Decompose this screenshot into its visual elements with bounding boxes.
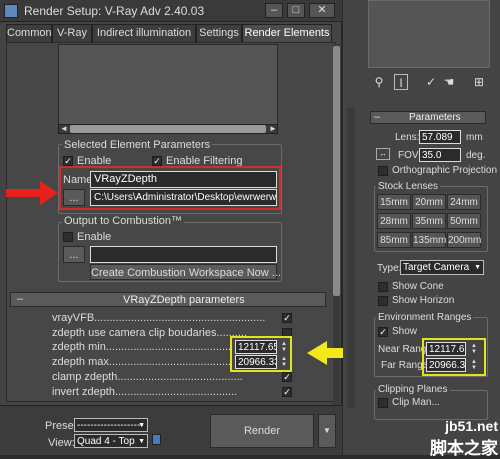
lens-24mm-button[interactable]: 24mm [447, 194, 481, 210]
parameters-title: Parameters [409, 112, 461, 123]
watermark: jb51.net 脚本之家 [384, 418, 498, 458]
render-options-dropdown[interactable]: ▼ [318, 414, 336, 448]
clipping-planes-title: Clipping Planes [376, 384, 450, 395]
watermark-site: jb51.net [445, 418, 498, 434]
enable-checkbox[interactable]: ✓ [63, 156, 73, 166]
env-show-checkbox[interactable]: ✓ [378, 327, 388, 337]
modifier-icon[interactable]: I [394, 74, 408, 90]
parameters-collapse-icon: – [374, 111, 381, 123]
zdepth-max-label: zdepth max..............................… [52, 356, 232, 368]
show-cone-label: Show Cone [392, 281, 444, 292]
hand-icon[interactable]: ☚ [442, 74, 456, 90]
lens-20mm-button[interactable]: 20mm [412, 194, 446, 210]
elements-list[interactable] [58, 44, 278, 134]
tab-indirect-illumination[interactable]: Indirect illumination [92, 24, 196, 42]
camera-type-select[interactable]: Target Camera ▼ [400, 260, 484, 275]
preset-value: -------------------- [77, 420, 144, 431]
clip-manually-label: Clip Man... [392, 397, 440, 408]
rollout-collapse-icon: – [17, 293, 24, 305]
show-horizon-label: Show Horizon [392, 295, 455, 306]
clamp-zdepth-checkbox[interactable]: ✓ [282, 372, 292, 382]
view-dropdown-icon: ▼ [138, 438, 145, 445]
tab-common[interactable]: Common [6, 24, 52, 42]
clip-manually-checkbox[interactable] [378, 398, 388, 408]
lens-200mm-button[interactable]: 200mm [447, 232, 481, 248]
watermark-brand: 脚本之家 [430, 439, 498, 458]
lens-50mm-button[interactable]: 50mm [447, 213, 481, 229]
clamp-zdepth-label: clamp zdepth............................… [52, 371, 243, 383]
highlight-box-yellow-left [230, 336, 292, 372]
minimize-button[interactable]: – [265, 3, 283, 18]
combustion-browse-button[interactable]: ... [63, 246, 85, 263]
scrollbar-thumb[interactable] [333, 46, 340, 296]
show-cone-checkbox[interactable] [378, 282, 388, 292]
lens-15mm-button[interactable]: 15mm [377, 194, 411, 210]
enable-filtering-checkbox[interactable]: ✓ [152, 156, 162, 166]
combustion-enable-checkbox[interactable] [63, 232, 73, 242]
tab-vray[interactable]: V-Ray [52, 24, 92, 42]
environment-ranges-title: Environment Ranges [376, 312, 474, 323]
preset-select[interactable]: -------------------- ▼ [74, 418, 148, 432]
lens-label: Lens: [395, 132, 420, 143]
env-show-label: Show [392, 326, 418, 337]
preset-dropdown-icon: ▼ [138, 422, 145, 429]
view-select[interactable]: Quad 4 - Top ▼ [74, 434, 148, 448]
command-panel-scrollbar[interactable] [347, 108, 355, 408]
maximize-button[interactable]: □ [287, 3, 305, 18]
fov-field[interactable]: 35.0 [419, 148, 461, 162]
fov-label: FOV: [398, 150, 421, 161]
invert-zdepth-label: invert zdepth...........................… [52, 386, 238, 398]
vrayvfb-checkbox[interactable]: ✓ [282, 313, 292, 323]
tab-settings[interactable]: Settings [196, 24, 242, 42]
list-scroll-thumb[interactable] [70, 125, 266, 133]
parameters-rollout-header[interactable]: – Parameters [370, 111, 486, 124]
view-value: Quad 4 - Top [77, 436, 135, 447]
scroll-right-icon[interactable]: ► [269, 124, 277, 133]
lens-field[interactable]: 57.089 [419, 130, 461, 144]
group-title: Selected Element Parameters [62, 139, 213, 151]
view-label: View: [48, 437, 75, 449]
combustion-title: Output to Combustion™ [62, 215, 185, 227]
pointer-icon[interactable]: ⚲ [372, 74, 386, 90]
show-horizon-checkbox[interactable] [378, 296, 388, 306]
orthographic-label: Orthographic Projection [392, 165, 498, 176]
command-panel-icon-row: ⚲ I ✓ ☚ ⊞ [368, 74, 490, 92]
render-button[interactable]: Render [210, 414, 314, 448]
type-label: Type: [377, 263, 402, 274]
orthographic-checkbox[interactable] [378, 166, 388, 176]
viewport-preview[interactable] [368, 0, 490, 68]
window-icon [4, 4, 18, 18]
lens-85mm-button[interactable]: 85mm [377, 232, 411, 248]
zdepth-min-label: zdepth min..............................… [52, 341, 232, 353]
configure-icon[interactable]: ⊞ [472, 74, 486, 90]
camera-type-value: Target Camera [403, 262, 470, 273]
lock-view-icon[interactable] [152, 434, 161, 445]
combustion-enable-label: Enable [77, 231, 112, 243]
camera-type-dropdown-icon: ▼ [474, 264, 481, 271]
camera-clip-label: zdepth use camera clip boudaries........… [52, 327, 248, 339]
wrench-icon[interactable]: ✓ [424, 74, 438, 90]
lens-35mm-button[interactable]: 35mm [412, 213, 446, 229]
title-bar[interactable]: Render Setup: V-Ray Adv 2.40.03 – □ ✕ [0, 0, 342, 22]
lens-unit: mm [466, 132, 483, 143]
zdepth-rollout-header[interactable]: – VRayZDepth parameters [10, 292, 326, 307]
red-arrow-icon [6, 181, 58, 205]
vrayvfb-label: vrayVFB.................................… [52, 312, 266, 324]
combustion-path-field[interactable] [90, 246, 277, 263]
tab-render-elements[interactable]: Render Elements [242, 24, 332, 42]
window-title: Render Setup: V-Ray Adv 2.40.03 [24, 4, 205, 18]
fov-direction-icon[interactable]: ↔ [376, 148, 390, 160]
scroll-left-icon[interactable]: ◄ [60, 124, 68, 133]
tab-strip: Common V-Ray Indirect illumination Setti… [6, 24, 336, 42]
highlight-box-red [59, 166, 281, 210]
lens-135mm-button[interactable]: 135mm [412, 232, 446, 248]
highlight-box-yellow-right [422, 338, 486, 376]
rollout-title: VRayZDepth parameters [123, 294, 245, 306]
invert-zdepth-checkbox[interactable]: ✓ [282, 387, 292, 397]
lens-28mm-button[interactable]: 28mm [377, 213, 411, 229]
close-button[interactable]: ✕ [309, 3, 335, 18]
fov-unit: deg. [466, 150, 486, 161]
create-combustion-button[interactable]: Create Combustion Workspace Now ... [90, 264, 281, 280]
stock-lenses-title: Stock Lenses [376, 181, 441, 192]
